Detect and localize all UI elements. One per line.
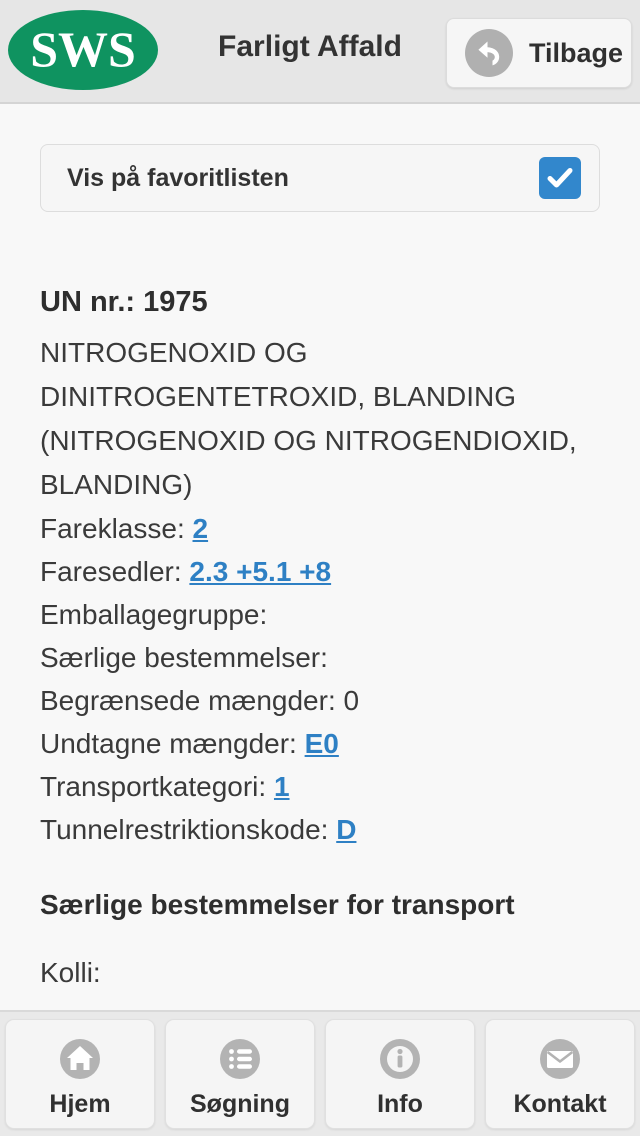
property-value-link[interactable]: 1 [274, 771, 290, 802]
sws-logo: SWS [8, 10, 158, 90]
property-value-link[interactable]: D [336, 814, 356, 845]
property-row: Undtagne mængder: E0 [40, 722, 600, 765]
property-label: Transportkategori: [40, 771, 267, 802]
un-number-heading: UN nr.: 1975 [40, 286, 208, 318]
checkmark-icon [547, 168, 573, 188]
favorite-label: Vis på favoritlisten [67, 163, 289, 192]
favorite-checkbox[interactable] [539, 157, 581, 199]
app-header: SWS Farligt Affald Tilbage [0, 0, 640, 104]
tab-label: Info [377, 1090, 423, 1118]
property-label: Fareklasse: [40, 513, 185, 544]
tab-label: Hjem [49, 1090, 111, 1118]
favorite-toggle-row[interactable]: Vis på favoritlisten [40, 144, 600, 212]
property-value-link[interactable]: 2 [193, 513, 209, 544]
bottom-tab-bar: Hjem Søgning Info Kontakt [0, 1010, 640, 1136]
property-row: Særlige bestemmelser: [40, 636, 600, 679]
tab-hjem[interactable]: Hjem [5, 1019, 155, 1129]
property-row: Begrænsede mængder: 0 [40, 679, 600, 722]
property-value-link[interactable]: E0 [305, 728, 339, 759]
tab-kontakt[interactable]: Kontakt [485, 1019, 635, 1129]
list-icon [220, 1039, 260, 1079]
property-label: Begrænsede mængder: [40, 685, 336, 716]
logo-text: SWS [30, 20, 136, 77]
property-row: Faresedler: 2.3 +5.1 +8 [40, 550, 600, 593]
property-row: Fareklasse: 2 [40, 507, 600, 550]
envelope-icon [540, 1039, 580, 1079]
property-list: Fareklasse: 2 Faresedler: 2.3 +5.1 +8 Emba… [40, 507, 600, 851]
page-title: Farligt Affald [218, 30, 402, 63]
home-icon [60, 1039, 100, 1079]
property-row: Tunnelrestriktionskode: D [40, 808, 600, 851]
back-button-label: Tilbage [529, 37, 624, 68]
section-heading: Særlige bestemmelser for transport [40, 889, 515, 920]
property-label: Faresedler: [40, 556, 182, 587]
info-icon [380, 1039, 420, 1079]
property-value: 0 [343, 685, 360, 716]
substance-name: NITROGENOXID OG DINITROGENTETROXID, BLAN… [40, 337, 577, 500]
tab-info[interactable]: Info [325, 1019, 475, 1129]
back-arrow-icon [465, 29, 513, 77]
property-row: Emballagegruppe: [40, 593, 600, 636]
back-button[interactable]: Tilbage [446, 18, 632, 88]
property-label: Emballagegruppe: [40, 599, 268, 630]
property-row: Transportkategori: 1 [40, 765, 600, 808]
kolli-label: Kolli: [40, 957, 101, 988]
tab-søgning[interactable]: Søgning [165, 1019, 315, 1129]
property-label: Særlige bestemmelser: [40, 642, 328, 673]
detail-content: UN nr.: 1975 NITROGENOXID OG DINITROGENT… [0, 240, 640, 1012]
app-root: SWS Farligt Affald Tilbage Vis på favori… [0, 0, 640, 1136]
property-label: Tunnelrestriktionskode: [40, 814, 329, 845]
tab-label: Søgning [190, 1090, 290, 1118]
property-value-link[interactable]: 2.3 +5.1 +8 [189, 556, 331, 587]
property-label: Undtagne mængder: [40, 728, 297, 759]
tab-label: Kontakt [513, 1090, 607, 1118]
